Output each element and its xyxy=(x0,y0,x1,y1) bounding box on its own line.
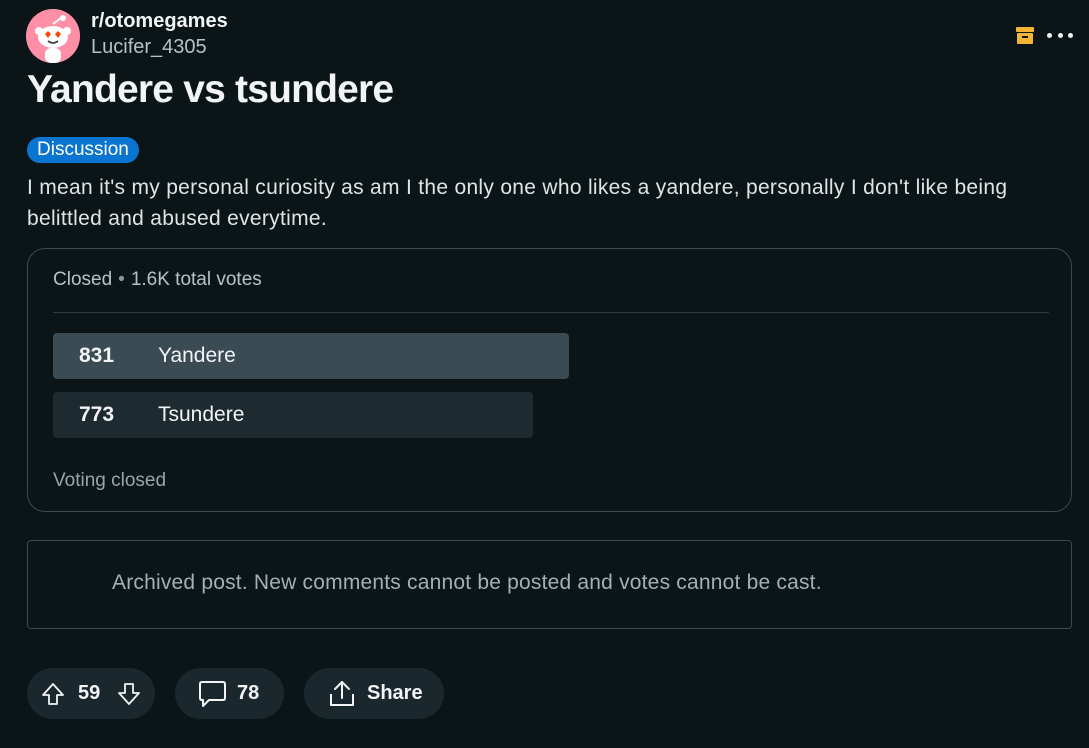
poll-option-label: Yandere xyxy=(158,344,236,367)
more-options-icon[interactable] xyxy=(1047,24,1073,46)
archived-notice: Archived post. New comments cannot be po… xyxy=(27,540,1072,629)
post-title[interactable]: Yandere vs tsundere xyxy=(27,68,394,112)
comments-button[interactable]: 78 xyxy=(175,668,284,719)
archived-notice-text: Archived post. New comments cannot be po… xyxy=(112,571,822,594)
poll-divider xyxy=(53,312,1049,313)
post-author[interactable]: Lucifer_4305 xyxy=(91,36,207,59)
vote-bar: 59 xyxy=(27,668,155,719)
upvote-icon[interactable] xyxy=(40,681,66,707)
comment-icon xyxy=(199,681,226,707)
poll-status-separator: • xyxy=(118,269,125,290)
comment-count: 78 xyxy=(237,682,260,704)
snoo-heart-eyes-icon xyxy=(26,9,80,63)
share-button[interactable]: Share xyxy=(304,668,444,719)
poll-option-count: 773 xyxy=(79,403,115,426)
subreddit-name[interactable]: r/otomegames xyxy=(91,10,228,33)
share-icon xyxy=(330,681,354,706)
poll-status: Closed • 1.6K total votes xyxy=(53,269,262,291)
post-flair-badge[interactable]: Discussion xyxy=(27,137,139,163)
post-body: I mean it's my personal curiosity as am … xyxy=(27,176,1008,230)
poll-option-label: Tsundere xyxy=(158,403,245,426)
voting-closed-label: Voting closed xyxy=(53,470,167,491)
share-label: Share xyxy=(367,682,423,704)
poll-option-tsundere: 773 Tsundere xyxy=(53,392,533,438)
poll-option-count: 831 xyxy=(79,344,115,367)
poll-card: Closed • 1.6K total votes 831 Yandere 773 … xyxy=(27,248,1072,512)
poll-closed-label: Closed xyxy=(53,269,113,290)
post-score: 59 xyxy=(78,682,101,704)
subreddit-avatar[interactable] xyxy=(26,9,80,63)
poll-option-yandere: 831 Yandere xyxy=(53,333,569,379)
archive-icon xyxy=(1014,24,1036,46)
poll-total-votes: 1.6K total votes xyxy=(130,269,262,290)
downvote-icon[interactable] xyxy=(116,681,142,707)
